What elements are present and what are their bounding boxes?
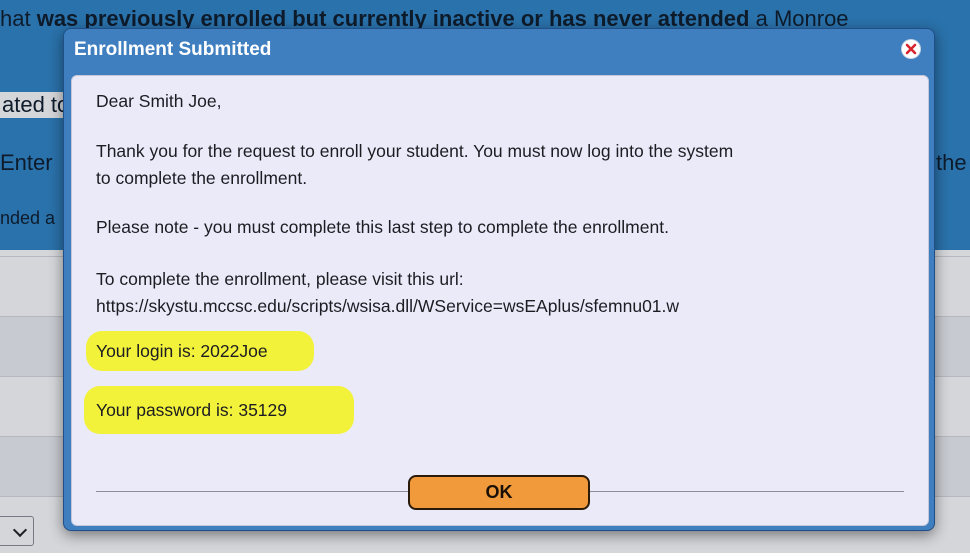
login-text: Your login is: 2022Joe [96, 341, 268, 361]
close-button[interactable] [902, 40, 920, 58]
greeting-text: Dear Smith Joe, [96, 91, 222, 111]
note-text: Please note - you must complete this las… [96, 217, 669, 237]
password-text: Your password is: 35129 [96, 400, 288, 420]
enrollment-url: https://skystu.mccsc.edu/scripts/wsisa.d… [96, 296, 680, 316]
message-line-1: Thank you for the request to enroll your… [96, 141, 734, 161]
url-intro-text: To complete the enrollment, please visit… [96, 269, 464, 289]
enrollment-dialog: Enrollment Submitted Dear Smith Joe, Tha… [63, 28, 935, 531]
ok-button[interactable]: OK [408, 475, 590, 510]
dialog-body: Dear Smith Joe, Thank you for the reques… [71, 75, 929, 526]
dialog-title: Enrollment Submitted [74, 39, 272, 60]
message-line-2: to complete the enrollment. [96, 168, 308, 188]
